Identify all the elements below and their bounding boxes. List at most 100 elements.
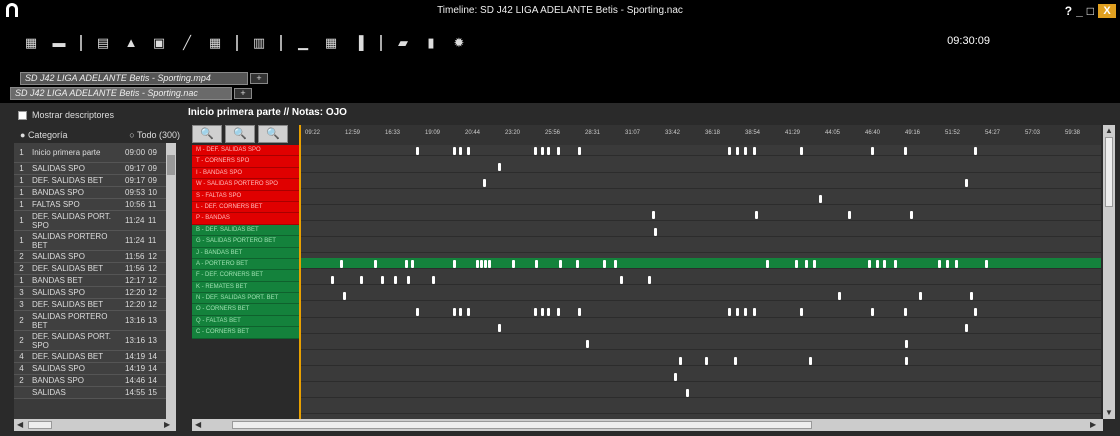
event-marker[interactable]	[498, 163, 501, 172]
timeline-lane[interactable]	[301, 290, 1101, 302]
list-item[interactable]: 4 SALIDAS SPO 14:19 14	[14, 363, 166, 375]
timeline-lane[interactable]	[301, 145, 1101, 157]
event-marker[interactable]	[603, 259, 606, 268]
bar-chart-icon[interactable]: ▐	[352, 36, 366, 50]
event-marker[interactable]	[620, 275, 623, 284]
list-item[interactable]: 1 Inicio primera parte 09:00 09	[14, 143, 166, 163]
radio-category[interactable]: ● Categoría	[20, 130, 67, 140]
folder-icon[interactable]: ▰	[396, 36, 410, 50]
event-marker[interactable]	[614, 259, 617, 268]
event-marker[interactable]	[488, 259, 491, 268]
list-item[interactable]: 3 DEF. SALIDAS BET 12:20 12	[14, 299, 166, 311]
event-marker[interactable]	[905, 340, 908, 349]
tab-nac-file[interactable]: SD J42 LIGA ADELANTE Betis - Sporting.na…	[10, 87, 232, 100]
event-marker[interactable]	[453, 147, 456, 155]
event-marker[interactable]	[674, 372, 677, 381]
help-button[interactable]: ?	[1065, 3, 1072, 19]
event-marker[interactable]	[910, 211, 913, 220]
timeline-lane[interactable]	[301, 274, 1101, 286]
event-marker[interactable]	[974, 308, 977, 317]
event-marker[interactable]	[938, 259, 941, 268]
show-descriptors-checkbox[interactable]	[18, 110, 27, 120]
scroll-up-arrow-icon[interactable]: ▲	[1105, 125, 1113, 137]
event-marker[interactable]	[905, 356, 908, 365]
event-marker[interactable]	[868, 259, 871, 268]
monitor-icon[interactable]: ▬	[52, 36, 66, 50]
timeline-row-label[interactable]: F - DEF. CORNERS BET	[192, 270, 299, 282]
event-marker[interactable]	[484, 259, 487, 268]
event-marker[interactable]	[467, 308, 470, 317]
list-item[interactable]: 2 DEF. SALIDAS PORT. SPO 13:16 13	[14, 331, 166, 351]
scroll-left-arrow-icon[interactable]: ◀	[195, 419, 201, 431]
grid-table-icon[interactable]: ▦	[324, 36, 338, 50]
scrollbar-thumb[interactable]	[28, 421, 52, 429]
zoom-fit-button[interactable]: 🔍	[258, 125, 288, 143]
list-item[interactable]: 1 DEF. SALIDAS BET 09:17 09	[14, 175, 166, 187]
event-marker[interactable]	[498, 324, 501, 333]
event-marker[interactable]	[453, 259, 456, 268]
list-item[interactable]: 1 SALIDAS PORTERO BET 11:24 11	[14, 231, 166, 251]
minimize-button[interactable]: _	[1076, 3, 1083, 19]
notebook-icon[interactable]: ▤	[96, 36, 110, 50]
document-icon[interactable]: ▮	[424, 36, 438, 50]
zoom-out-button[interactable]: 🔍	[225, 125, 255, 143]
timeline-row-label[interactable]: C - CORNERS BET	[192, 327, 299, 339]
timeline-lane[interactable]	[301, 387, 1101, 399]
category-hscrollbar[interactable]: ◀ ▶	[14, 419, 176, 431]
maximize-button[interactable]: □	[1087, 3, 1094, 19]
event-marker[interactable]	[753, 147, 756, 155]
pen-icon[interactable]: ╱	[180, 36, 194, 50]
timeline-lane[interactable]	[301, 226, 1101, 237]
event-marker[interactable]	[541, 308, 544, 317]
timeline-lane[interactable]	[301, 403, 1101, 415]
timeline-lane[interactable]	[301, 306, 1101, 318]
scrollbar-thumb[interactable]	[232, 421, 812, 429]
event-marker[interactable]	[705, 356, 708, 365]
event-marker[interactable]	[459, 308, 462, 317]
event-marker[interactable]	[800, 147, 803, 155]
event-marker[interactable]	[894, 259, 897, 268]
event-marker[interactable]	[586, 340, 589, 349]
timeline-row-label[interactable]: S - FALTAS SPO	[192, 190, 299, 202]
event-marker[interactable]	[766, 259, 769, 268]
timeline-row-label[interactable]: K - REMATES BET	[192, 281, 299, 294]
event-marker[interactable]	[755, 211, 758, 220]
grid-icon[interactable]: ▦	[24, 36, 38, 50]
event-marker[interactable]	[541, 147, 544, 155]
event-marker[interactable]	[648, 275, 651, 284]
event-marker[interactable]	[813, 259, 816, 268]
event-marker[interactable]	[883, 259, 886, 268]
event-marker[interactable]	[734, 356, 737, 365]
timeline-row-label[interactable]: G - SALIDAS PORTERO BET	[192, 236, 299, 248]
event-marker[interactable]	[411, 259, 414, 268]
scrollbar-thumb[interactable]	[1105, 137, 1113, 207]
event-marker[interactable]	[480, 259, 483, 268]
add-tab-button-2[interactable]: +	[234, 88, 252, 99]
scroll-right-arrow-icon[interactable]: ▶	[1090, 419, 1096, 431]
event-marker[interactable]	[360, 275, 363, 284]
event-marker[interactable]	[578, 147, 581, 155]
event-marker[interactable]	[848, 211, 851, 220]
event-marker[interactable]	[744, 308, 747, 317]
timeline-lane[interactable]	[301, 209, 1101, 221]
event-marker[interactable]	[970, 292, 973, 301]
event-marker[interactable]	[652, 211, 655, 220]
image-icon[interactable]: ▲	[124, 36, 138, 50]
event-marker[interactable]	[512, 259, 515, 268]
event-marker[interactable]	[871, 308, 874, 317]
category-list-scrollbar[interactable]	[166, 143, 176, 419]
event-marker[interactable]	[965, 324, 968, 333]
list-item[interactable]: SALIDAS 14:55 15	[14, 387, 166, 399]
list-item[interactable]: 1 DEF. SALIDAS PORT. SPO 11:24 11	[14, 211, 166, 231]
event-marker[interactable]	[819, 195, 822, 204]
time-ruler[interactable]: 09:22 12:59 16:33 19:09 20:44 23:20 25:56 28:31…	[301, 125, 1101, 145]
timeline-lane[interactable]	[301, 193, 1101, 205]
event-marker[interactable]	[394, 275, 397, 284]
zoom-in-button[interactable]: 🔍	[192, 125, 222, 143]
event-marker[interactable]	[343, 292, 346, 301]
timeline-row-label[interactable]: M - DEF. SALIDAS SPO	[192, 145, 299, 157]
event-marker[interactable]	[805, 259, 808, 268]
film-icon[interactable]: ▥	[252, 36, 266, 50]
event-marker[interactable]	[736, 308, 739, 317]
event-marker[interactable]	[557, 147, 560, 155]
